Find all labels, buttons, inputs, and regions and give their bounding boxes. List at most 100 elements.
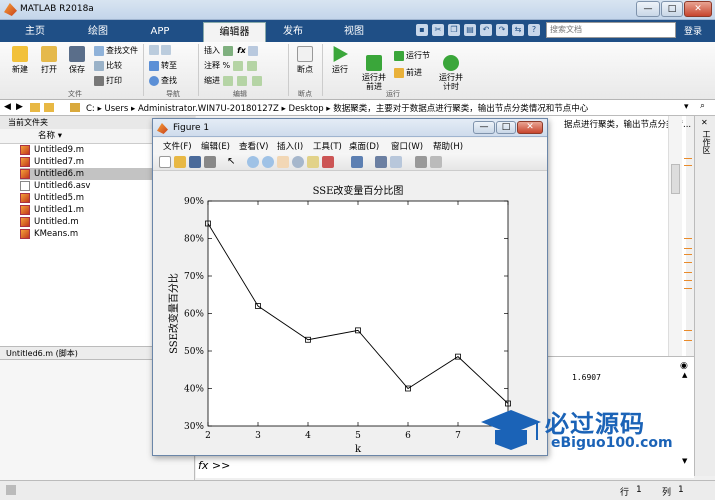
menu-tools[interactable]: 工具(T) <box>313 140 342 152</box>
tab-publish[interactable]: 发布 <box>268 22 318 42</box>
undo-icon[interactable]: ↶ <box>480 24 492 36</box>
close-button[interactable]: ✕ <box>684 1 712 17</box>
code-marker <box>684 340 692 341</box>
tab-editor[interactable]: 编辑器 <box>203 22 266 42</box>
maximize-button[interactable]: □ <box>661 1 683 17</box>
x-tick-label: 3 <box>255 431 261 441</box>
redo-icon[interactable]: ↷ <box>496 24 508 36</box>
menu-file[interactable]: 文件(F) <box>163 140 192 152</box>
menu-help[interactable]: 帮助(H) <box>433 140 463 152</box>
folder-open-icon <box>41 46 57 62</box>
run-icon <box>333 46 348 62</box>
up-folder-icon[interactable] <box>30 103 40 112</box>
save-icon[interactable]: ▪ <box>416 24 428 36</box>
menu-circle-icon[interactable]: ◉ <box>680 361 688 371</box>
zoom-out-icon[interactable] <box>262 156 274 168</box>
browse-folder-icon[interactable] <box>44 103 54 112</box>
open-button[interactable]: 打开 <box>36 46 62 75</box>
cut-icon[interactable]: ✂ <box>432 24 444 36</box>
chevron-up-icon[interactable]: ▲ <box>682 371 687 379</box>
new-button[interactable]: 新建 <box>6 46 34 75</box>
back-icon[interactable]: ◀ <box>4 102 11 112</box>
show-tools-icon[interactable] <box>430 156 442 168</box>
plot-area <box>207 200 509 427</box>
chart-title: SSE改变量百分比图 <box>313 184 404 197</box>
run-time-button[interactable]: 运行并 计时 <box>436 46 466 91</box>
address-bar[interactable]: ◀ ▶ C: ▸ Users ▸ Administrator.WIN7U-201… <box>0 100 715 116</box>
run-advance-button[interactable]: 运行并 前进 <box>358 46 390 91</box>
editor-scrollbar[interactable] <box>668 116 682 356</box>
login-link[interactable]: 登录 <box>684 24 702 37</box>
menu-window[interactable]: 窗口(W) <box>391 140 423 152</box>
search-input[interactable]: 搜索文档 <box>546 22 676 38</box>
row-label: 行 <box>620 488 630 498</box>
save-button[interactable]: 保存 <box>64 46 90 75</box>
find-files-button[interactable]: 查找文件 <box>94 45 138 56</box>
scrollbar-thumb[interactable] <box>671 164 680 194</box>
tab-home[interactable]: 主页 <box>10 22 60 42</box>
paste-icon[interactable]: ▤ <box>464 24 476 36</box>
indent-button[interactable]: 缩进 <box>204 75 264 86</box>
current-path[interactable]: C: ▸ Users ▸ Administrator.WIN7U-2018012… <box>86 102 588 114</box>
figure-minimize-button[interactable]: — <box>473 121 495 134</box>
menu-insert[interactable]: 插入(I) <box>277 140 303 152</box>
comment-button[interactable]: 注释 % <box>204 60 259 71</box>
zoom-in-icon[interactable] <box>247 156 259 168</box>
print-icon[interactable] <box>204 156 216 168</box>
figure-title-bar[interactable]: Figure 1 — □ ✕ <box>153 119 547 137</box>
y-tick-label: 50% <box>184 347 204 357</box>
breakpoints-icon <box>297 46 313 62</box>
insert-icon <box>222 45 233 56</box>
copy-icon[interactable]: ❐ <box>448 24 460 36</box>
forward-icon[interactable]: ▶ <box>16 102 23 112</box>
menu-desktop[interactable]: 桌面(D) <box>349 140 379 152</box>
colorbar-icon[interactable] <box>375 156 387 168</box>
run-button[interactable]: 运行 <box>326 46 354 75</box>
menu-view[interactable]: 查看(V) <box>239 140 268 152</box>
link-plot-icon[interactable] <box>351 156 363 168</box>
goto-button[interactable]: 转至 <box>149 60 177 71</box>
hide-tools-icon[interactable] <box>415 156 427 168</box>
y-tick-label: 30% <box>184 422 204 432</box>
advance-button[interactable]: 前进 <box>394 67 422 78</box>
run-section-button[interactable]: 运行节 <box>394 50 430 61</box>
back-forward-button[interactable] <box>149 45 173 55</box>
tab-apps[interactable]: APP <box>134 22 186 42</box>
figure-maximize-button[interactable]: □ <box>496 121 516 134</box>
forward-icon <box>161 45 171 55</box>
open-file-icon[interactable] <box>174 156 186 168</box>
help-icon[interactable]: ? <box>528 24 540 36</box>
switch-window-icon[interactable]: ⇆ <box>512 24 524 36</box>
file-icon <box>20 181 30 191</box>
find-icon <box>149 75 159 86</box>
command-prompt[interactable]: fx >> <box>198 459 230 472</box>
breakpoints-button[interactable]: 断点 <box>292 46 318 75</box>
menu-edit[interactable]: 编辑(E) <box>201 140 230 152</box>
figure-close-button[interactable]: ✕ <box>517 121 543 134</box>
search-folder-icon[interactable]: ⌕ <box>700 101 705 111</box>
ribbon-divider <box>322 44 323 96</box>
pan-icon[interactable] <box>277 156 289 168</box>
data-cursor-icon[interactable] <box>307 156 319 168</box>
tab-plots[interactable]: 绘图 <box>72 22 124 42</box>
new-figure-icon[interactable] <box>159 156 171 168</box>
pointer-icon[interactable]: ↖ <box>227 156 239 168</box>
brush-icon[interactable] <box>322 156 334 168</box>
unwrap-icon <box>247 60 258 71</box>
compare-button[interactable]: 比较 <box>94 60 122 71</box>
chevron-down-icon[interactable]: ▾ <box>684 102 689 112</box>
rotate-icon[interactable] <box>292 156 304 168</box>
print-button[interactable]: 打印 <box>94 75 122 86</box>
insert-button[interactable]: 插入 fx <box>204 45 260 56</box>
close-icon[interactable]: ✕ <box>701 118 708 127</box>
print-icon <box>94 75 104 86</box>
find-button[interactable]: 查找 <box>149 75 177 86</box>
tab-view[interactable]: 视图 <box>328 22 380 42</box>
x-tick-label: 6 <box>405 431 411 441</box>
minimize-button[interactable]: — <box>636 1 660 17</box>
x-tick-label: 4 <box>305 431 311 441</box>
save-icon[interactable] <box>189 156 201 168</box>
run-time-icon <box>443 55 459 71</box>
legend-icon[interactable] <box>390 156 402 168</box>
fx-icon[interactable]: fx <box>237 46 246 55</box>
